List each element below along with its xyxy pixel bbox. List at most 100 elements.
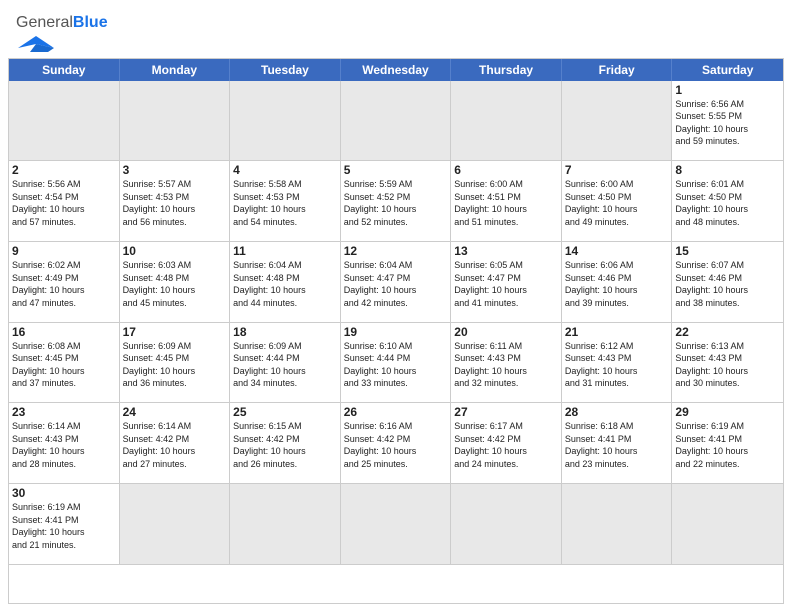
day-header-sunday: Sunday <box>9 59 120 81</box>
day-info: Sunrise: 6:07 AMSunset: 4:46 PMDaylight:… <box>675 259 780 309</box>
day-cell-22: 22Sunrise: 6:13 AMSunset: 4:43 PMDayligh… <box>672 323 783 404</box>
day-number: 25 <box>233 405 337 419</box>
day-number: 14 <box>565 244 669 258</box>
day-cell-14: 14Sunrise: 6:06 AMSunset: 4:46 PMDayligh… <box>562 242 673 323</box>
day-info: Sunrise: 6:12 AMSunset: 4:43 PMDaylight:… <box>565 340 669 390</box>
day-info: Sunrise: 5:58 AMSunset: 4:53 PMDaylight:… <box>233 178 337 228</box>
day-cell-25: 25Sunrise: 6:15 AMSunset: 4:42 PMDayligh… <box>230 403 341 484</box>
day-cell-8: 8Sunrise: 6:01 AMSunset: 4:50 PMDaylight… <box>672 161 783 242</box>
day-number: 5 <box>344 163 448 177</box>
day-number: 26 <box>344 405 448 419</box>
empty-cell <box>451 484 562 565</box>
day-info: Sunrise: 6:10 AMSunset: 4:44 PMDaylight:… <box>344 340 448 390</box>
day-info: Sunrise: 6:15 AMSunset: 4:42 PMDaylight:… <box>233 420 337 470</box>
day-info: Sunrise: 6:02 AMSunset: 4:49 PMDaylight:… <box>12 259 116 309</box>
day-cell-10: 10Sunrise: 6:03 AMSunset: 4:48 PMDayligh… <box>120 242 231 323</box>
day-number: 4 <box>233 163 337 177</box>
day-number: 21 <box>565 325 669 339</box>
day-number: 3 <box>123 163 227 177</box>
day-number: 16 <box>12 325 116 339</box>
day-info: Sunrise: 5:57 AMSunset: 4:53 PMDaylight:… <box>123 178 227 228</box>
day-info: Sunrise: 6:16 AMSunset: 4:42 PMDaylight:… <box>344 420 448 470</box>
day-cell-9: 9Sunrise: 6:02 AMSunset: 4:49 PMDaylight… <box>9 242 120 323</box>
day-info: Sunrise: 5:59 AMSunset: 4:52 PMDaylight:… <box>344 178 448 228</box>
day-info: Sunrise: 6:01 AMSunset: 4:50 PMDaylight:… <box>675 178 780 228</box>
day-info: Sunrise: 6:11 AMSunset: 4:43 PMDaylight:… <box>454 340 558 390</box>
day-cell-19: 19Sunrise: 6:10 AMSunset: 4:44 PMDayligh… <box>341 323 452 404</box>
day-info: Sunrise: 6:04 AMSunset: 4:48 PMDaylight:… <box>233 259 337 309</box>
day-cell-13: 13Sunrise: 6:05 AMSunset: 4:47 PMDayligh… <box>451 242 562 323</box>
day-info: Sunrise: 6:04 AMSunset: 4:47 PMDaylight:… <box>344 259 448 309</box>
day-header-monday: Monday <box>120 59 231 81</box>
day-number: 17 <box>123 325 227 339</box>
day-info: Sunrise: 6:13 AMSunset: 4:43 PMDaylight:… <box>675 340 780 390</box>
empty-cell <box>120 81 231 162</box>
day-cell-16: 16Sunrise: 6:08 AMSunset: 4:45 PMDayligh… <box>9 323 120 404</box>
empty-cell <box>451 81 562 162</box>
day-number: 29 <box>675 405 780 419</box>
day-cell-6: 6Sunrise: 6:00 AMSunset: 4:51 PMDaylight… <box>451 161 562 242</box>
day-info: Sunrise: 6:19 AMSunset: 4:41 PMDaylight:… <box>12 501 116 551</box>
day-number: 24 <box>123 405 227 419</box>
day-cell-17: 17Sunrise: 6:09 AMSunset: 4:45 PMDayligh… <box>120 323 231 404</box>
day-number: 20 <box>454 325 558 339</box>
empty-cell <box>341 81 452 162</box>
day-info: Sunrise: 6:03 AMSunset: 4:48 PMDaylight:… <box>123 259 227 309</box>
day-cell-28: 28Sunrise: 6:18 AMSunset: 4:41 PMDayligh… <box>562 403 673 484</box>
day-info: Sunrise: 6:05 AMSunset: 4:47 PMDaylight:… <box>454 259 558 309</box>
day-info: Sunrise: 6:56 AMSunset: 5:55 PMDaylight:… <box>675 98 780 148</box>
day-cell-29: 29Sunrise: 6:19 AMSunset: 4:41 PMDayligh… <box>672 403 783 484</box>
day-cell-7: 7Sunrise: 6:00 AMSunset: 4:50 PMDaylight… <box>562 161 673 242</box>
logo-blue: Blue <box>73 14 108 31</box>
day-cell-2: 2Sunrise: 5:56 AMSunset: 4:54 PMDaylight… <box>9 161 120 242</box>
day-info: Sunrise: 6:09 AMSunset: 4:44 PMDaylight:… <box>233 340 337 390</box>
day-cell-4: 4Sunrise: 5:58 AMSunset: 4:53 PMDaylight… <box>230 161 341 242</box>
day-number: 12 <box>344 244 448 258</box>
day-info: Sunrise: 6:08 AMSunset: 4:45 PMDaylight:… <box>12 340 116 390</box>
day-info: Sunrise: 6:19 AMSunset: 4:41 PMDaylight:… <box>675 420 780 470</box>
empty-cell <box>9 81 120 162</box>
calendar-body: 1Sunrise: 6:56 AMSunset: 5:55 PMDaylight… <box>9 81 783 565</box>
day-cell-11: 11Sunrise: 6:04 AMSunset: 4:48 PMDayligh… <box>230 242 341 323</box>
day-number: 22 <box>675 325 780 339</box>
day-number: 2 <box>12 163 116 177</box>
day-cell-12: 12Sunrise: 6:04 AMSunset: 4:47 PMDayligh… <box>341 242 452 323</box>
day-number: 9 <box>12 244 116 258</box>
day-header-friday: Friday <box>562 59 673 81</box>
day-info: Sunrise: 6:00 AMSunset: 4:50 PMDaylight:… <box>565 178 669 228</box>
day-number: 8 <box>675 163 780 177</box>
calendar: SundayMondayTuesdayWednesdayThursdayFrid… <box>8 58 784 604</box>
day-info: Sunrise: 6:06 AMSunset: 4:46 PMDaylight:… <box>565 259 669 309</box>
day-number: 1 <box>675 83 780 97</box>
empty-cell <box>120 484 231 565</box>
day-cell-3: 3Sunrise: 5:57 AMSunset: 4:53 PMDaylight… <box>120 161 231 242</box>
day-header-wednesday: Wednesday <box>341 59 452 81</box>
day-number: 6 <box>454 163 558 177</box>
empty-cell <box>230 81 341 162</box>
calendar-header: SundayMondayTuesdayWednesdayThursdayFrid… <box>9 59 783 81</box>
day-cell-20: 20Sunrise: 6:11 AMSunset: 4:43 PMDayligh… <box>451 323 562 404</box>
day-info: Sunrise: 6:14 AMSunset: 4:43 PMDaylight:… <box>12 420 116 470</box>
day-info: Sunrise: 6:18 AMSunset: 4:41 PMDaylight:… <box>565 420 669 470</box>
day-cell-18: 18Sunrise: 6:09 AMSunset: 4:44 PMDayligh… <box>230 323 341 404</box>
day-info: Sunrise: 6:17 AMSunset: 4:42 PMDaylight:… <box>454 420 558 470</box>
day-cell-30: 30Sunrise: 6:19 AMSunset: 4:41 PMDayligh… <box>9 484 120 565</box>
day-number: 19 <box>344 325 448 339</box>
day-info: Sunrise: 5:56 AMSunset: 4:54 PMDaylight:… <box>12 178 116 228</box>
day-number: 7 <box>565 163 669 177</box>
logo-general: General <box>16 14 73 31</box>
page: GeneralBlue SundayMondayTuesdayWednesday… <box>0 0 792 612</box>
day-number: 30 <box>12 486 116 500</box>
day-number: 23 <box>12 405 116 419</box>
header: GeneralBlue <box>0 0 792 58</box>
empty-cell <box>672 484 783 565</box>
day-cell-24: 24Sunrise: 6:14 AMSunset: 4:42 PMDayligh… <box>120 403 231 484</box>
empty-cell <box>230 484 341 565</box>
day-number: 18 <box>233 325 337 339</box>
logo: GeneralBlue <box>16 14 108 52</box>
day-cell-21: 21Sunrise: 6:12 AMSunset: 4:43 PMDayligh… <box>562 323 673 404</box>
empty-cell <box>562 81 673 162</box>
day-cell-23: 23Sunrise: 6:14 AMSunset: 4:43 PMDayligh… <box>9 403 120 484</box>
day-number: 10 <box>123 244 227 258</box>
day-cell-26: 26Sunrise: 6:16 AMSunset: 4:42 PMDayligh… <box>341 403 452 484</box>
